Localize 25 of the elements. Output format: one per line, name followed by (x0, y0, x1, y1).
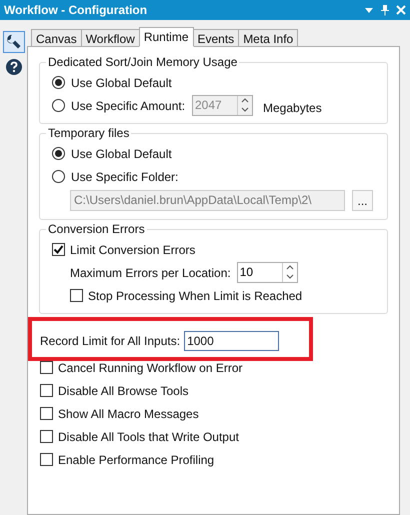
record-limit-field[interactable]: 1000 (184, 331, 280, 351)
tab[interactable]: Meta Info (238, 29, 298, 47)
radio-label: Use Global Default (71, 74, 172, 92)
tab[interactable]: Canvas (31, 29, 82, 47)
checkbox-label: Show All Macro Messages (58, 406, 199, 422)
browse-button[interactable]: ... (352, 190, 373, 211)
max-errors-label: Maximum Errors per Location: (70, 264, 231, 282)
checkbox-label: Enable Performance Profiling (58, 452, 214, 468)
folder-field[interactable]: C:\Users\daniel.brun\AppData\Local\Temp\2\ (70, 190, 345, 211)
tab[interactable]: Workflow (80, 29, 140, 47)
tab[interactable]: Runtime (138, 27, 194, 47)
checkbox-label: Cancel Running Workflow on Error (58, 360, 243, 376)
radio-label: Use Specific Folder: (71, 168, 178, 186)
unit-label: Megabytes (263, 100, 322, 116)
radio-label: Use Global Default (71, 146, 172, 162)
group-title: Temporary files (46, 125, 132, 141)
checkbox-label: Disable All Tools that Write Output (58, 428, 239, 446)
window-title: Workflow - Configuration (4, 2, 148, 19)
record-limit-label: Record Limit for All Inputs: (40, 333, 180, 350)
checkbox-label: Disable All Browse Tools (58, 382, 189, 400)
checkbox-label: Stop Processing When Limit is Reached (88, 288, 302, 304)
checkbox-label: Limit Conversion Errors (70, 242, 196, 258)
number-spinner[interactable]: 10 (236, 262, 298, 283)
radio-label: Use Specific Amount: (71, 98, 186, 114)
group-title: Dedicated Sort/Join Memory Usage (46, 54, 240, 70)
